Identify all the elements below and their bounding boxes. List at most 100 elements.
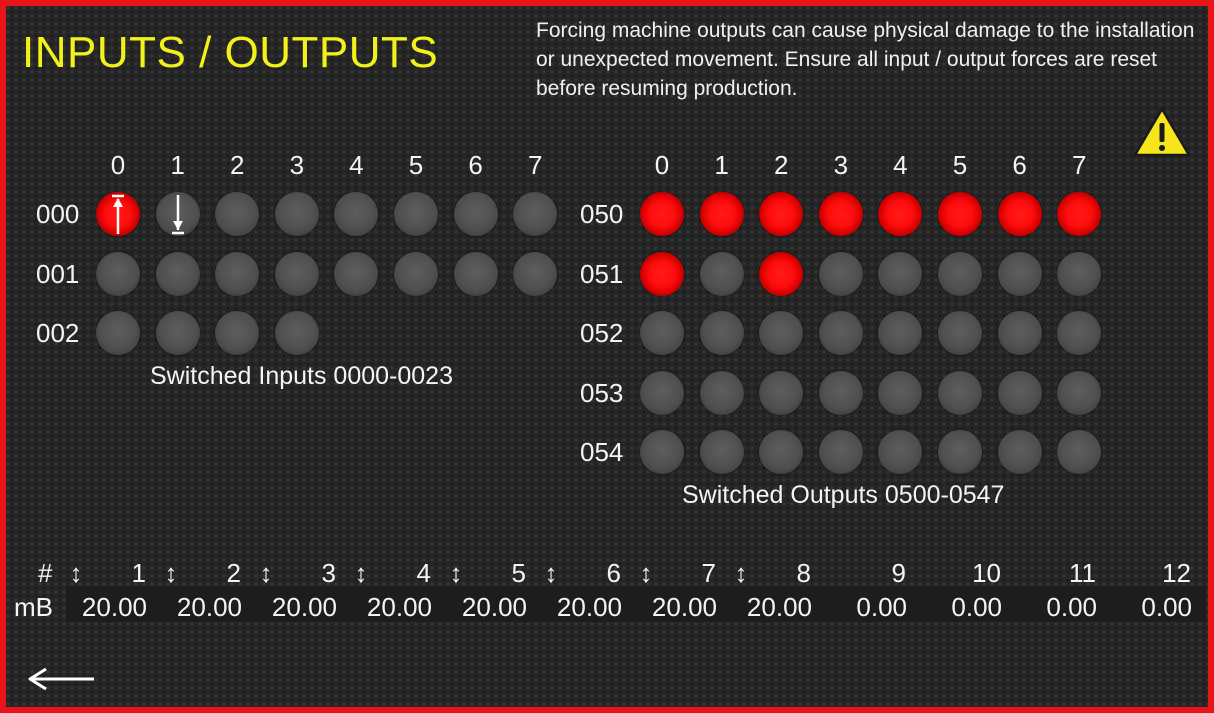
inputs-led-001-7[interactable] xyxy=(513,251,558,296)
outputs-led-052-2[interactable] xyxy=(759,311,804,355)
channel-number: 6 xyxy=(606,558,621,588)
outputs-led-050-2[interactable] xyxy=(759,192,804,236)
channel-value-1: 20.00 xyxy=(81,592,147,622)
inputs-led-001-2[interactable] xyxy=(215,251,260,296)
outputs-led-052-0[interactable] xyxy=(640,311,684,355)
outputs-column-3: 3 xyxy=(833,150,849,180)
outputs-led-053-5[interactable] xyxy=(938,370,982,415)
bidirectional-arrow-icon: ↕ xyxy=(164,558,178,588)
channel-header-5: ↕ 5 xyxy=(436,558,527,589)
outputs-led-051-6[interactable] xyxy=(997,251,1042,296)
channel-value-5: 20.00 xyxy=(461,592,527,622)
channel-value-10: 0.00 xyxy=(951,592,1002,622)
outputs-led-050-5[interactable] xyxy=(938,192,982,236)
warning-triangle-icon xyxy=(1132,106,1192,163)
outputs-column-4: 4 xyxy=(893,150,908,180)
outputs-led-052-3[interactable] xyxy=(818,311,863,355)
inputs-led-000-4[interactable] xyxy=(334,192,379,236)
bidirectional-arrow-icon: ↕ xyxy=(544,558,558,588)
inputs-led-001-4[interactable] xyxy=(334,251,379,296)
channel-value-9: 0.00 xyxy=(856,592,907,622)
inputs-row-label-001: 001 xyxy=(36,258,80,289)
outputs-led-052-1[interactable] xyxy=(699,311,744,355)
outputs-led-053-3[interactable] xyxy=(818,370,863,415)
outputs-led-053-2[interactable] xyxy=(759,370,804,415)
channel-header-3: ↕ 3 xyxy=(246,558,337,589)
inputs-led-000-3[interactable] xyxy=(274,192,319,236)
channel-value-7: 20.00 xyxy=(651,592,717,622)
outputs-led-054-7[interactable] xyxy=(1057,430,1102,474)
outputs-led-052-4[interactable] xyxy=(878,311,923,355)
outputs-led-054-2[interactable] xyxy=(759,430,804,474)
inputs-led-000-0[interactable] xyxy=(96,192,140,236)
channel-number: 1 xyxy=(131,558,146,588)
outputs-led-054-3[interactable] xyxy=(818,430,863,474)
outputs-led-050-0[interactable] xyxy=(640,192,684,236)
outputs-row-label-053: 053 xyxy=(580,377,624,408)
outputs-column-7: 7 xyxy=(1071,150,1087,180)
inputs-led-002-0[interactable] xyxy=(96,311,140,355)
channel-header-8: ↕ 8 xyxy=(721,558,812,589)
inputs-led-001-5[interactable] xyxy=(394,251,438,296)
inputs-led-000-6[interactable] xyxy=(453,192,498,236)
inputs-led-001-6[interactable] xyxy=(453,251,498,296)
channel-header-6: ↕ 6 xyxy=(531,558,622,589)
outputs-led-050-6[interactable] xyxy=(997,192,1042,236)
channel-number: 3 xyxy=(321,558,336,588)
channel-number: 7 xyxy=(701,558,716,588)
outputs-led-051-3[interactable] xyxy=(818,251,863,296)
back-arrow-icon[interactable] xyxy=(24,664,96,699)
outputs-led-051-4[interactable] xyxy=(878,251,923,296)
inputs-led-002-3[interactable] xyxy=(274,311,319,355)
outputs-led-052-6[interactable] xyxy=(997,311,1042,355)
outputs-led-054-1[interactable] xyxy=(699,430,744,474)
outputs-led-050-1[interactable] xyxy=(699,192,744,236)
inputs-led-002-1[interactable] xyxy=(155,311,200,355)
outputs-led-052-5[interactable] xyxy=(938,311,982,355)
outputs-led-052-7[interactable] xyxy=(1057,311,1102,355)
outputs-led-053-6[interactable] xyxy=(997,370,1042,415)
channel-number: 9 xyxy=(891,558,906,588)
inputs-column-3: 3 xyxy=(289,150,305,180)
channel-header-4: ↕ 4 xyxy=(341,558,432,589)
outputs-led-053-1[interactable] xyxy=(699,370,744,415)
outputs-led-050-4[interactable] xyxy=(878,192,923,236)
inputs-column-0: 0 xyxy=(110,150,126,180)
unit-label: mB xyxy=(14,592,53,622)
inputs-column-1: 1 xyxy=(170,150,185,180)
channel-header-2: ↕ 2 xyxy=(151,558,242,589)
inputs-led-000-7[interactable] xyxy=(513,192,558,236)
channel-header-10: 10 xyxy=(911,558,1001,589)
inputs-led-001-1[interactable] xyxy=(155,251,200,296)
outputs-led-051-5[interactable] xyxy=(938,251,982,296)
inputs-column-6: 6 xyxy=(468,150,483,180)
outputs-led-051-7[interactable] xyxy=(1057,251,1102,296)
channel-number: 12 xyxy=(1162,558,1191,588)
inputs-led-000-1[interactable] xyxy=(155,192,200,236)
outputs-led-051-2[interactable] xyxy=(759,251,804,296)
outputs-led-053-0[interactable] xyxy=(640,370,684,415)
outputs-column-1: 1 xyxy=(714,150,729,180)
outputs-led-054-4[interactable] xyxy=(878,430,923,474)
outputs-led-054-5[interactable] xyxy=(938,430,982,474)
outputs-led-053-7[interactable] xyxy=(1057,370,1102,415)
channel-header-1: ↕ 1 xyxy=(56,558,147,589)
inputs-column-5: 5 xyxy=(408,150,424,180)
inputs-led-001-3[interactable] xyxy=(274,251,319,296)
outputs-row-label-054: 054 xyxy=(580,437,624,467)
outputs-led-051-0[interactable] xyxy=(640,251,684,296)
channel-header-11: 11 xyxy=(1006,558,1096,589)
outputs-led-054-6[interactable] xyxy=(997,430,1042,474)
outputs-led-051-1[interactable] xyxy=(699,251,744,296)
inputs-led-000-2[interactable] xyxy=(215,192,260,236)
inputs-led-001-0[interactable] xyxy=(96,251,140,296)
outputs-led-050-3[interactable] xyxy=(818,192,863,236)
outputs-led-053-4[interactable] xyxy=(878,370,923,415)
outputs-led-050-7[interactable] xyxy=(1057,192,1102,236)
inputs-led-000-5[interactable] xyxy=(394,192,438,236)
outputs-column-0: 0 xyxy=(654,150,670,180)
bidirectional-arrow-icon: ↕ xyxy=(354,558,368,588)
channel-number: 4 xyxy=(416,558,431,588)
inputs-led-002-2[interactable] xyxy=(215,311,260,355)
outputs-led-054-0[interactable] xyxy=(640,430,684,474)
